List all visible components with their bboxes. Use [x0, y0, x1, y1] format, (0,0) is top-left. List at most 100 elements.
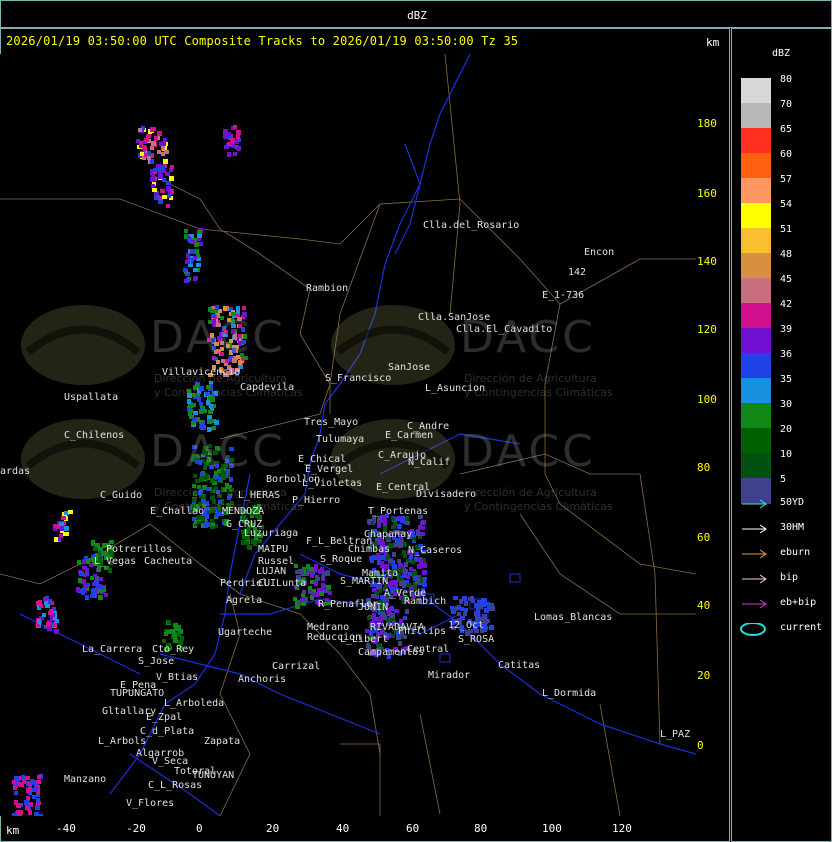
- dbz-swatch-label: 45: [780, 274, 793, 285]
- radar-echo-cell: [406, 583, 411, 587]
- radar-echo-cell: [306, 564, 310, 569]
- dbz-swatch: [741, 103, 771, 129]
- radar-echo-cell: [12, 780, 16, 784]
- radar-echo-cell: [367, 616, 371, 620]
- radar-echo-cell: [37, 775, 41, 779]
- track-arrow-icon: [742, 549, 767, 559]
- y-tick-label: 0: [697, 739, 704, 752]
- place-label: E_Zpal: [146, 712, 183, 723]
- place-label: L_Dormida: [542, 688, 597, 699]
- place-label: L_HERAS: [238, 490, 281, 501]
- radar-echo-cell: [210, 478, 215, 483]
- place-label: S_Francisco: [325, 373, 392, 384]
- radar-echo-cell: [161, 141, 166, 146]
- radar-echo-cell: [82, 566, 87, 570]
- y-tick-label: 160: [697, 187, 717, 200]
- place-label: Agrela: [226, 595, 263, 606]
- radar-echo-cell: [314, 581, 318, 586]
- x-tick-label: 40: [336, 822, 350, 835]
- radar-echo-cell: [91, 540, 95, 545]
- dbz-swatch: [741, 228, 771, 254]
- place-label: V_Btias: [156, 672, 199, 683]
- radar-echo-cell: [197, 234, 202, 238]
- radar-echo-cell: [453, 596, 458, 600]
- radar-echo-cell: [61, 516, 66, 520]
- radar-echo-cell: [68, 510, 73, 514]
- radar-echo-cell: [86, 559, 90, 564]
- radar-echo-cell: [223, 134, 228, 139]
- radar-echo-cell: [395, 517, 399, 521]
- radar-echo-cell: [34, 787, 38, 792]
- radar-echo-cell: [36, 780, 41, 784]
- radar-echo-cell: [186, 260, 190, 264]
- radar-echo-cell: [398, 544, 403, 548]
- dbz-swatch-label: 42: [780, 299, 793, 310]
- radar-echo-cell: [16, 803, 21, 808]
- dbz-swatch-label: 30: [780, 399, 793, 410]
- place-label: Tres_Mayo: [304, 417, 359, 428]
- radar-echo-cell: [104, 593, 108, 597]
- radar-echo-cell: [314, 593, 319, 597]
- radar-echo-cell: [169, 176, 174, 181]
- radar-echo-cell: [189, 409, 193, 413]
- place-label: S_Roque: [320, 554, 363, 565]
- radar-echo-cell: [205, 514, 209, 519]
- radar-echo-cell: [294, 564, 298, 568]
- place-label: Zapata: [204, 736, 241, 747]
- place-label: Cacheuta: [144, 556, 193, 567]
- radar-echo-cell: [223, 306, 227, 311]
- x-tick-label: 120: [612, 822, 632, 835]
- radar-echo-cell: [318, 570, 323, 574]
- radar-echo-cell: [207, 419, 212, 424]
- radar-echo-cell: [163, 159, 168, 164]
- radar-echo-cell: [319, 591, 324, 596]
- dbz-swatch-label: 54: [780, 199, 793, 210]
- place-label: P_Hierro: [292, 495, 341, 506]
- dbz-swatch: [741, 378, 771, 404]
- radar-echo-cell: [405, 609, 409, 614]
- radar-echo-cell: [302, 590, 306, 594]
- dbz-swatch-label: 70: [780, 99, 793, 110]
- dbz-swatch-label: 5: [780, 474, 787, 485]
- dacc-line2: y Contingencias Climáticas: [464, 500, 613, 513]
- radar-echo-cell: [157, 150, 161, 154]
- dbz-swatch-label: 51: [780, 224, 793, 235]
- radar-echo-cell: [230, 138, 235, 142]
- x-tick-label: -40: [56, 822, 76, 835]
- radar-echo-cell: [166, 186, 171, 191]
- radar-echo-cell: [26, 796, 30, 800]
- radar-echo-cell: [48, 599, 52, 604]
- window-title: dBZ: [407, 9, 427, 22]
- radar-echo-cell: [53, 623, 57, 627]
- radar-echo-cell: [154, 136, 158, 141]
- place-label: Mirador: [428, 670, 471, 681]
- place-label: L_Vegas: [94, 556, 137, 567]
- x-tick-label: 60: [406, 822, 420, 835]
- radar-map-plot[interactable]: DACC Dirección de Agricultura y Continge…: [0, 54, 696, 816]
- radar-echo-cell: [190, 249, 195, 254]
- radar-echo-cell: [76, 587, 80, 592]
- dbz-swatch-label: 48: [780, 249, 793, 260]
- radar-echo-cell: [30, 779, 34, 783]
- radar-echo-cell: [415, 579, 420, 584]
- radar-echo-cell: [470, 596, 474, 600]
- radar-echo-cell: [93, 574, 97, 578]
- radar-echo-cell: [32, 795, 36, 799]
- radar-echo-cell: [12, 813, 17, 816]
- radar-echo-cell: [416, 531, 420, 536]
- y-tick-label: 140: [697, 255, 717, 268]
- y-tick-label: 40: [697, 599, 711, 612]
- radar-echo-cell: [464, 608, 468, 612]
- radar-echo-cell: [196, 263, 201, 267]
- place-label: C_d_Plata: [140, 726, 195, 737]
- radar-echo-cell: [183, 268, 187, 272]
- radar-echo-cell: [39, 814, 43, 816]
- radar-echo-cell: [210, 519, 214, 523]
- radar-echo-cell: [476, 612, 480, 617]
- river-outline: [509, 573, 521, 583]
- place-label: Potrerillos: [106, 544, 173, 555]
- radar-echo-cell: [191, 421, 195, 425]
- radar-echo-cell: [164, 150, 169, 154]
- radar-echo-cell: [377, 523, 381, 528]
- radar-echo-cell: [162, 195, 167, 199]
